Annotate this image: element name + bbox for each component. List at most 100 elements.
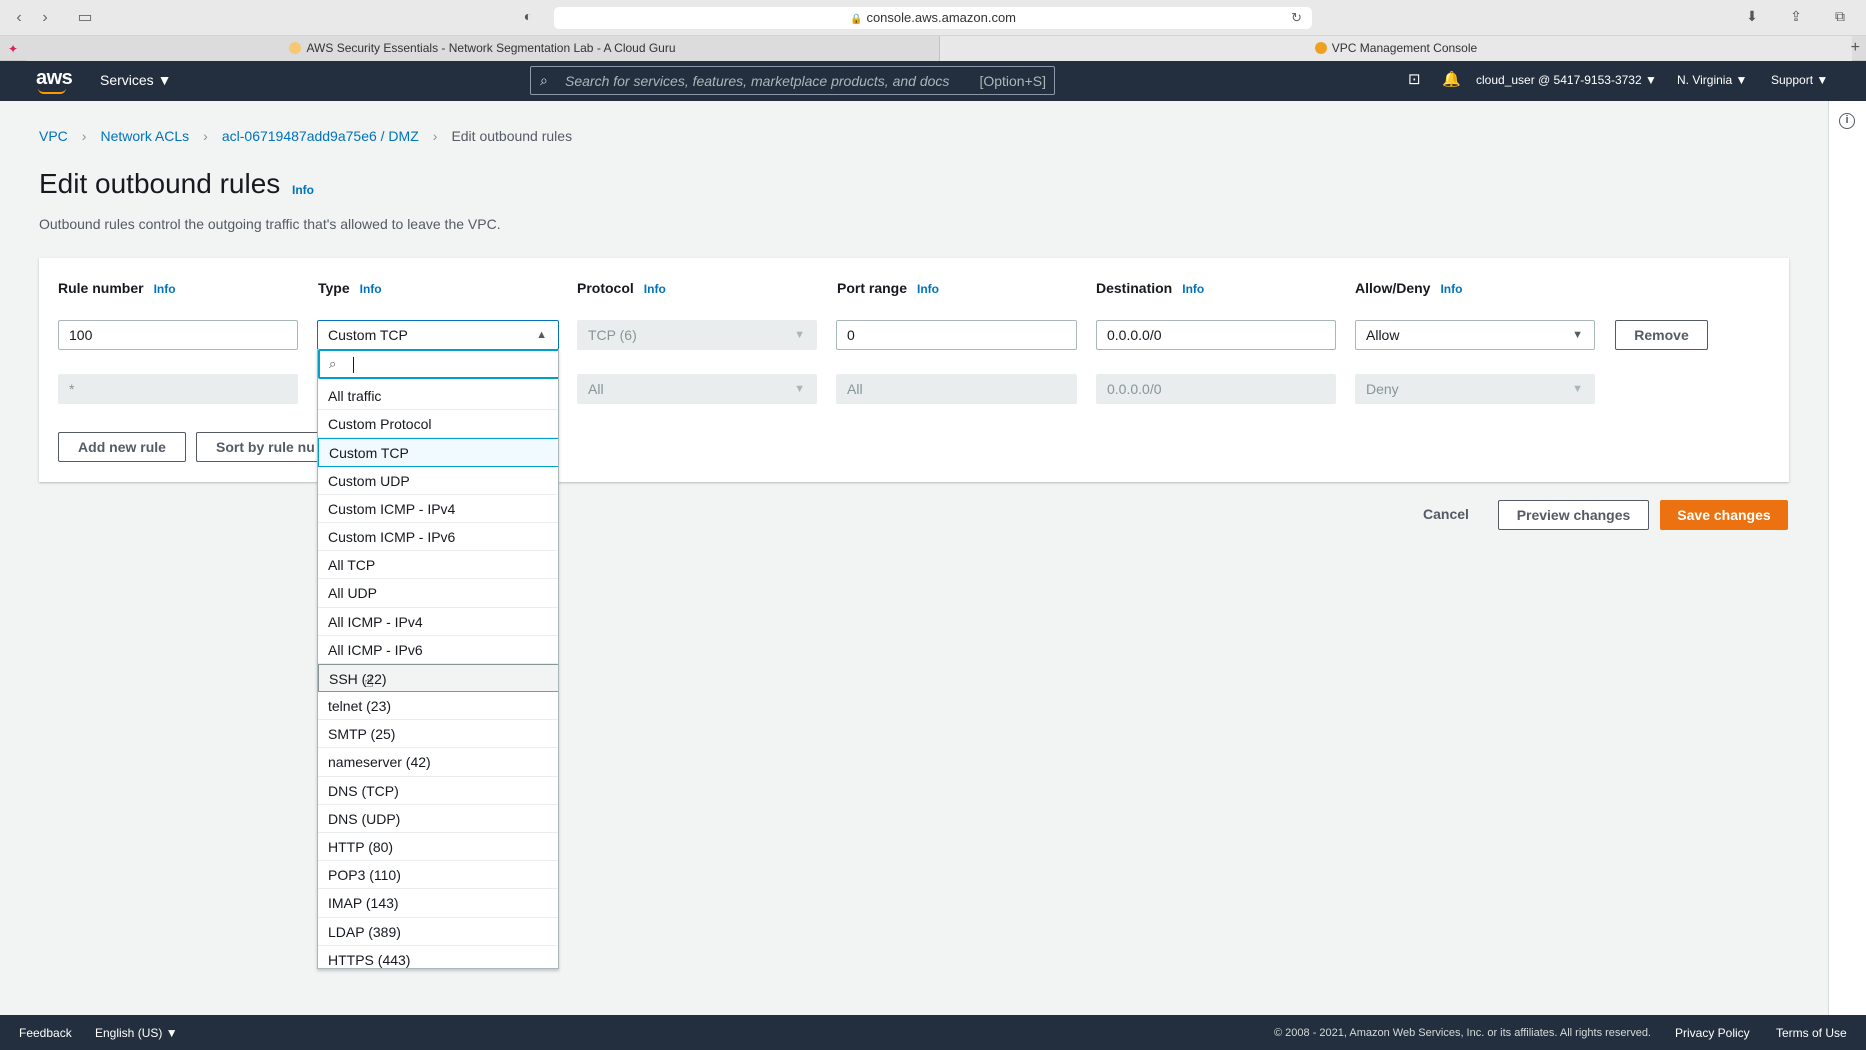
col-label: Protocol [577,280,634,296]
copyright-text: © 2008 - 2021, Amazon Web Services, Inc.… [1274,1027,1651,1039]
info-link[interactable]: Info [360,282,382,296]
col-type: Type Info [318,280,382,296]
allow-deny-select[interactable]: Allow ▼ [1355,320,1595,350]
type-option[interactable]: HTTPS (443) [318,946,558,968]
account-menu[interactable]: cloud_user @ 5417-9153-3732 ▼ [1476,73,1657,87]
breadcrumb-acl[interactable]: acl-06719487add9a75e6 / DMZ [222,128,419,144]
support-menu[interactable]: Support ▼ [1771,73,1828,87]
type-option[interactable]: DNS (TCP) [318,777,558,805]
reload-icon[interactable]: ↻ [1291,7,1302,29]
type-option[interactable]: All ICMP - IPv4 [318,608,558,636]
aws-logo[interactable]: aws [36,67,73,94]
save-changes-button[interactable]: Save changes [1660,500,1788,530]
caret-down-icon: ▼ [794,383,805,395]
services-menu[interactable]: Services ▼ [100,72,171,88]
type-dropdown-menu: ⌕ All traffic Custom Protocol Custom TCP Cu… [317,349,559,969]
col-label: Allow/Deny [1355,280,1431,296]
port-range-input[interactable]: 0 [836,320,1077,350]
aws-smile-icon [38,88,66,94]
cancel-button[interactable]: Cancel [1410,500,1482,530]
type-option[interactable]: LDAP (389) [318,918,558,946]
shield-icon[interactable]: ◐ [517,8,539,28]
caret-down-icon: ▼ [794,329,805,341]
download-icon[interactable]: ⬇ [1740,8,1764,28]
terms-of-use-link[interactable]: Terms of Use [1776,1026,1847,1040]
type-select-value: Custom TCP [328,327,408,343]
default-protocol: All ▼ [577,374,817,404]
title-info-link[interactable]: Info [292,183,314,197]
type-option[interactable]: IMAP (143) [318,889,558,918]
rule-number-input[interactable]: 100 [58,320,298,350]
back-icon[interactable]: ‹ [8,8,30,28]
aws-logo-text: aws [36,67,73,89]
default-rule-number: * [58,374,298,404]
breadcrumb-current: Edit outbound rules [451,128,573,144]
add-new-rule-button[interactable]: Add new rule [58,432,186,462]
url-text: console.aws.amazon.com [866,10,1017,25]
lock-icon: 🔒 [849,14,863,25]
search-placeholder: Search for services, features, marketpla… [565,73,950,89]
type-select[interactable]: Custom TCP ▲ [317,320,559,350]
destination-input[interactable]: 0.0.0.0/0 [1096,320,1336,350]
type-option[interactable]: Custom ICMP - IPv6 [318,523,558,552]
type-option[interactable]: All ICMP - IPv6 [318,636,558,664]
browser-tab-acg[interactable]: AWS Security Essentials - Network Segmen… [26,36,940,61]
col-label: Rule number [58,280,144,296]
remove-rule-button[interactable]: Remove [1615,320,1708,350]
info-link[interactable]: Info [154,282,176,296]
browser-toolbar: ‹ › ▭ ◐ 🔒 console.aws.amazon.com ↻ ⬇ ⇪ ⧉ [0,0,1866,36]
tabs-overview-icon[interactable]: ⧉ [1828,8,1852,28]
new-tab-icon[interactable]: + [1851,39,1860,57]
caret-down-icon: ▼ [1572,329,1583,341]
protocol-value: All [588,381,604,397]
chevron-right-icon: › [432,128,438,144]
type-option[interactable]: HTTP (80) [318,833,558,862]
type-option[interactable]: nameserver (42) [318,748,558,777]
forward-icon[interactable]: › [34,8,56,28]
type-option[interactable]: SSH (22) [318,663,558,693]
breadcrumb: VPC › Network ACLs › acl-06719487add9a75… [39,128,572,144]
type-option[interactable]: Custom Protocol [318,410,558,439]
preview-changes-button[interactable]: Preview changes [1498,500,1649,530]
caret-up-icon: ▲ [536,329,547,341]
type-option[interactable]: Custom UDP [318,467,558,495]
info-link[interactable]: Info [644,282,666,296]
type-option[interactable]: DNS (UDP) [318,805,558,833]
privacy-policy-link[interactable]: Privacy Policy [1675,1026,1750,1040]
default-allow-deny: Deny ▼ [1355,374,1595,404]
address-bar[interactable]: 🔒 console.aws.amazon.com ↻ [554,7,1312,29]
breadcrumb-vpc[interactable]: VPC [39,128,68,144]
info-icon[interactable]: i [1839,113,1855,129]
allow-deny-value: Deny [1366,381,1399,397]
global-search-input[interactable]: ⌕ Search for services, features, marketp… [530,66,1055,95]
info-link[interactable]: Info [917,282,939,296]
type-filter-input[interactable]: ⌕ [318,349,558,379]
sort-by-rule-number-button[interactable]: Sort by rule nu [196,432,326,462]
feedback-link[interactable]: Feedback [19,1026,72,1040]
type-option[interactable]: Custom ICMP - IPv4 [318,495,558,523]
type-option[interactable]: All traffic [318,382,558,411]
breadcrumb-network-acls[interactable]: Network ACLs [100,128,189,144]
type-option[interactable]: SMTP (25) [318,720,558,749]
col-destination: Destination Info [1096,280,1204,296]
search-shortcut: [Option+S] [979,73,1046,89]
chevron-right-icon: › [81,128,87,144]
type-option[interactable]: telnet (23) [318,692,558,721]
type-option[interactable]: POP3 (110) [318,861,558,890]
type-option[interactable]: All UDP [318,579,558,608]
share-icon[interactable]: ⇪ [1784,8,1808,28]
cloudshell-icon[interactable]: ⊡ [1408,70,1421,88]
aws-top-nav: aws Services ▼ ⌕ Search for services, fe… [0,61,1866,101]
language-select[interactable]: English (US) ▼ [95,1026,178,1040]
bell-icon[interactable]: 🔔 [1442,70,1461,88]
page-description: Outbound rules control the outgoing traf… [39,216,501,232]
info-link[interactable]: Info [1440,282,1462,296]
browser-tab-vpc[interactable]: VPC Management Console [940,36,1852,61]
region-menu[interactable]: N. Virginia ▼ [1677,73,1747,87]
sidebar-icon[interactable]: ▭ [74,8,96,28]
type-option[interactable]: Custom TCP [318,438,558,467]
protocol-select: TCP (6) ▼ [577,320,817,350]
col-label: Type [318,280,350,296]
info-link[interactable]: Info [1182,282,1204,296]
type-option[interactable]: All TCP [318,551,558,580]
